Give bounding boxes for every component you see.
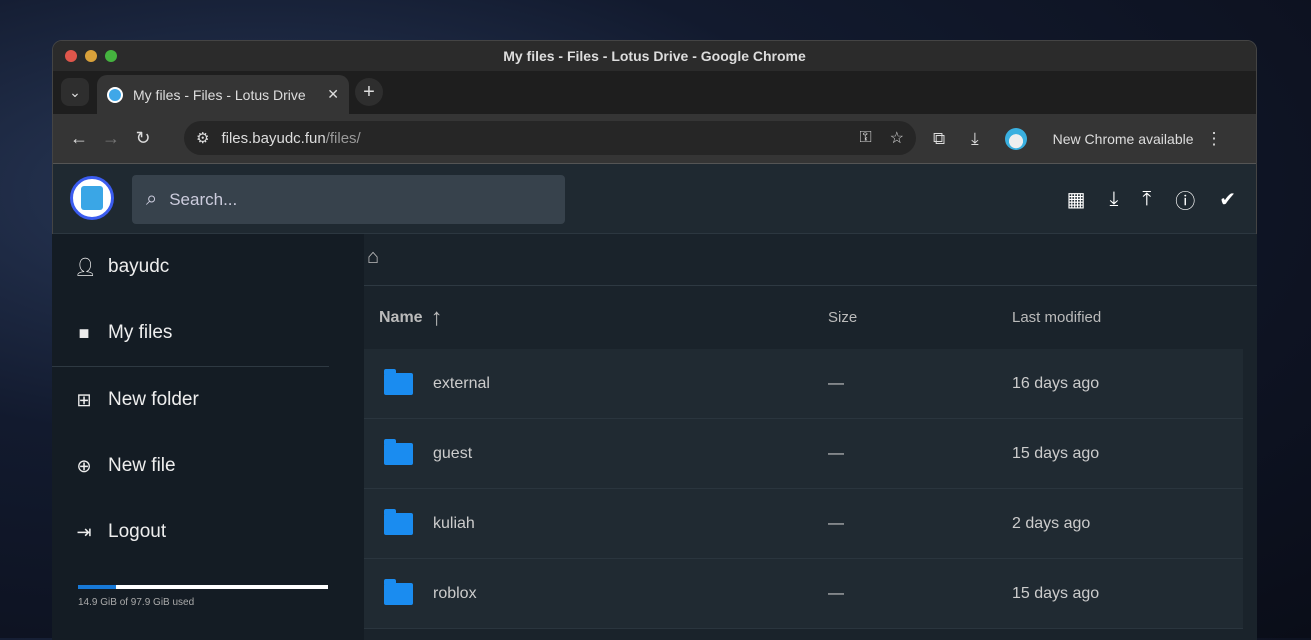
file-name: roblox [433,584,477,602]
sidebar-item-label: New folder [108,389,199,410]
person-icon: 👤︎ [74,256,97,277]
minimize-window-button[interactable] [85,50,97,62]
file-name: external [433,374,490,392]
table-row[interactable]: guest — 15 days ago [364,419,1243,489]
bookmark-star-icon[interactable]: ☆ [890,128,904,148]
sidebar-item-logout[interactable]: ⇥ Logout [52,499,364,565]
maximize-window-button[interactable] [105,50,117,62]
folder-icon [384,508,413,535]
extensions-icon[interactable]: ⧉ [933,129,945,149]
home-icon[interactable]: ⌂ [367,246,379,268]
back-icon[interactable]: ← [63,128,95,149]
file-name: kuliah [433,514,475,532]
sort-ascending-arrow-icon: ↑ [430,303,443,331]
logout-icon: ⇥ [76,521,92,542]
sidebar-item-new-folder[interactable]: ⊞ New folder [52,367,364,433]
menu-kebab-icon[interactable]: ⋮ [1206,129,1223,149]
folder-icon [384,578,413,605]
header-name: Name [379,308,423,326]
reload-icon[interactable]: ↻ [127,128,159,149]
table-row[interactable]: external — 16 days ago [364,349,1243,419]
sidebar-item-new-file[interactable]: ⊕ New file [52,433,364,499]
storage-usage: 14.9 GiB of 97.9 GiB used [78,585,328,608]
address-bar[interactable]: ⚙ files.bayudc.fun/files/ ⚿ ☆ [184,121,916,155]
usage-text: 14.9 GiB of 97.9 GiB used [78,597,195,608]
search-placeholder: Search... [169,189,238,209]
table-row[interactable]: roblox — 15 days ago [364,559,1243,629]
breadcrumb: ⌂ [364,234,1257,286]
floppy-disk-icon [81,186,103,210]
select-check-icon[interactable]: ✔ [1219,187,1236,212]
new-tab-button[interactable]: + [355,78,383,106]
size-cell: — [828,584,844,602]
sort-by-size[interactable]: Size [814,309,1012,326]
modified-cell: 2 days ago [1012,514,1091,532]
size-cell: — [828,374,844,392]
grid-view-icon[interactable]: ▦ [1067,187,1086,212]
sort-by-modified[interactable]: Last modified [1012,309,1101,326]
key-icon[interactable]: ⚿ [859,129,871,147]
folder-icon [384,438,413,465]
table-header: Name ↑ Size Last modified [364,286,1257,349]
sidebar-item-label: My files [108,322,173,343]
info-icon[interactable]: ⓘ [1175,185,1195,214]
usage-bar-fill [78,585,116,589]
tab-my-files[interactable]: My files - Files - Lotus Drive ✕ [97,75,349,114]
tab-title: My files - Files - Lotus Drive [133,86,306,103]
sidebar-item-label: bayudc [108,256,170,277]
modified-cell: 16 days ago [1012,374,1100,392]
size-cell: — [828,444,844,462]
name-cell: guest [364,438,814,465]
window-title: My files - Files - Lotus Drive - Google … [503,48,806,64]
new-folder-icon: ⊞ [76,389,92,410]
close-window-button[interactable] [65,50,77,62]
name-cell: roblox [364,578,814,605]
upload-icon[interactable]: ⤒ [1142,188,1151,211]
file-list: ⌂ Name ↑ Size Last modified external — 16 d… [364,234,1257,640]
sort-by-name[interactable]: Name ↑ [364,304,814,332]
size-cell: — [828,514,844,532]
search-icon: ⌕ [146,188,158,210]
sidebar-item-user[interactable]: 👤︎ bayudc [52,234,364,300]
table-row[interactable]: kuliah — 2 days ago [364,489,1243,559]
profile-avatar[interactable] [1004,128,1027,150]
new-chrome-available-button[interactable]: New Chrome available [1053,131,1194,147]
sidebar-item-label: Logout [108,521,167,542]
favicon-icon [107,86,123,103]
url-host: files.bayudc.fun [221,129,326,147]
name-cell: external [364,368,814,395]
sidebar-item-my-files[interactable]: ■ My files [52,300,364,366]
file-name: guest [433,444,473,462]
modified-cell: 15 days ago [1012,584,1100,602]
folder-icon [384,368,413,395]
name-cell: kuliah [364,508,814,535]
site-info-icon[interactable]: ⚙ [196,129,209,147]
modified-cell: 15 days ago [1012,444,1100,462]
search-input[interactable]: ⌕ Search... [132,175,565,224]
sidebar-item-label: New file [108,455,176,476]
tab-search-button[interactable]: ⌄ [61,78,89,106]
tab-close-icon[interactable]: ✕ [327,86,339,103]
new-file-icon: ⊕ [76,455,92,476]
app-logo[interactable] [70,176,114,220]
url-path: /files/ [325,129,361,147]
downloads-icon[interactable]: ⤓ [971,129,979,149]
usage-bar [78,585,328,589]
forward-icon[interactable]: → [95,128,127,149]
sidebar: 👤︎ bayudc ■ My files ⊞ New folder ⊕ New file… [52,234,364,640]
download-icon[interactable]: ⤓ [1110,188,1119,211]
title-bar: My files - Files - Lotus Drive - Google … [53,41,1256,71]
folder-icon: ■ [78,322,90,343]
